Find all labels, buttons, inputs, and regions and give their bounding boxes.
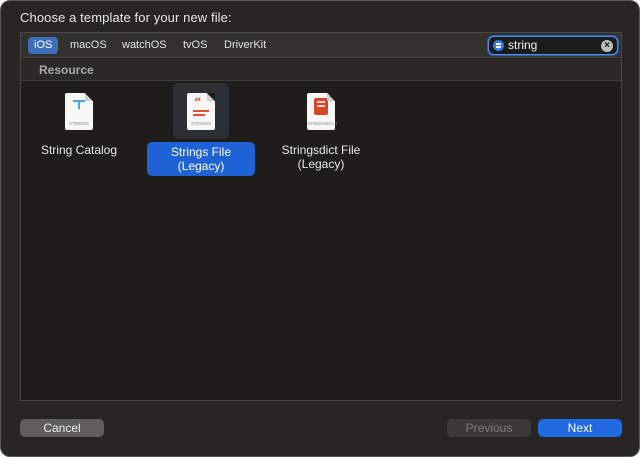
previous-button[interactable]: Previous <box>447 419 531 437</box>
next-button[interactable]: Next <box>538 419 622 437</box>
tab-tvos[interactable]: tvOS <box>177 37 213 54</box>
tab-watchos[interactable]: watchOS <box>116 37 173 54</box>
template-label: Stringsdict File (Legacy) <box>281 143 361 171</box>
template-stringsdict-file[interactable]: STRINGSDICT Stringsdict File (Legacy) <box>265 85 377 177</box>
cancel-button[interactable]: Cancel <box>20 419 104 437</box>
tab-driverkit[interactable]: DriverKit <box>218 37 272 54</box>
section-label: Resource <box>39 63 94 77</box>
strings-file-icon: “ STRINGS <box>187 93 215 130</box>
section-header: Resource <box>21 59 621 81</box>
template-label: Strings File (Legacy) <box>147 142 255 176</box>
icon-caption: STRINGS <box>190 121 211 126</box>
search-field[interactable]: string × <box>488 36 618 55</box>
template-strings-file[interactable]: “ STRINGS Strings File (Legacy) <box>147 83 271 177</box>
search-input[interactable]: string <box>508 37 537 54</box>
string-catalog-icon: STRINGS <box>65 93 93 130</box>
dialog-title: Choose a template for your new file: <box>20 10 232 25</box>
new-file-dialog: Choose a template for your new file: iOS… <box>0 0 640 457</box>
template-panel: iOS macOS watchOS tvOS DriverKit string … <box>20 32 622 401</box>
stringsdict-file-icon: STRINGSDICT <box>307 93 338 130</box>
tab-macos[interactable]: macOS <box>64 37 113 54</box>
icon-caption: STRINGS <box>68 121 89 126</box>
platform-toolbar: iOS macOS watchOS tvOS DriverKit string … <box>21 33 621 58</box>
template-label: String Catalog <box>40 143 118 157</box>
clear-icon[interactable]: × <box>601 40 613 52</box>
icon-caption: STRINGSDICT <box>307 121 338 126</box>
tab-ios[interactable]: iOS <box>28 37 59 54</box>
filter-icon <box>493 40 504 51</box>
template-string-catalog[interactable]: STRINGS String Catalog <box>23 85 135 177</box>
